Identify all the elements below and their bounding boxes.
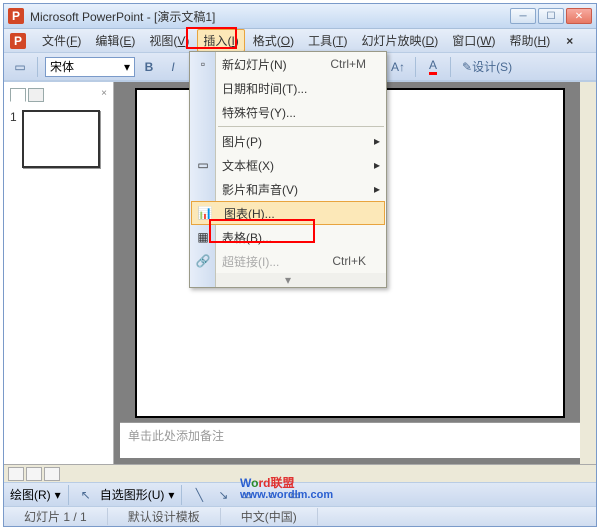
tab-outline[interactable]: [28, 88, 44, 102]
menu-view[interactable]: 视图(V): [143, 29, 195, 52]
pointer-button[interactable]: ↖: [76, 485, 96, 505]
menu-tools[interactable]: 工具(T): [302, 29, 353, 52]
slide-number: 1: [10, 110, 18, 168]
vertical-scrollbar[interactable]: [580, 82, 596, 464]
thumbnail-tabs: ×: [10, 88, 107, 102]
slideshow-view-button[interactable]: [44, 467, 60, 481]
new-slide-icon: ▫: [194, 55, 212, 73]
powerpoint-small-icon: P: [10, 33, 26, 49]
status-template: 默认设计模板: [108, 508, 221, 525]
notes-pane[interactable]: 单击此处添加备注: [120, 422, 580, 458]
menu-window[interactable]: 窗口(W): [446, 29, 501, 52]
menu-picture[interactable]: 图片(P)▸: [190, 129, 386, 153]
separator: [450, 57, 451, 77]
menu-insert[interactable]: 插入(I): [197, 29, 244, 52]
menu-chart[interactable]: 📊图表(H)...: [191, 201, 385, 225]
tab-slides[interactable]: [10, 88, 26, 102]
autoshapes-menu[interactable]: 自选图形(U): [100, 486, 165, 503]
submenu-arrow-icon: ▸: [374, 158, 380, 172]
dropdown-arrow-icon: ▾: [168, 488, 174, 502]
dropdown-arrow-icon: ▾: [55, 488, 61, 502]
bold-button[interactable]: B: [139, 57, 159, 77]
menu-bar: P 文件(F) 编辑(E) 视图(V) 插入(I) 格式(O) 工具(T) 幻灯…: [4, 29, 596, 53]
status-bar: 幻灯片 1 / 1 默认设计模板 中文(中国): [4, 506, 596, 526]
slide-preview: [22, 110, 100, 168]
powerpoint-icon: P: [8, 8, 24, 24]
doc-close-button[interactable]: ×: [566, 34, 573, 48]
textbox-button[interactable]: ▭: [285, 485, 305, 505]
maximize-button[interactable]: ☐: [538, 8, 564, 24]
menu-symbol[interactable]: 特殊符号(Y)...: [190, 100, 386, 124]
link-icon: 🔗: [194, 252, 212, 270]
design-button[interactable]: ✎ 设计(S): [458, 57, 516, 77]
line-button[interactable]: ╲: [189, 485, 209, 505]
window-title: Microsoft PowerPoint - [演示文稿1]: [30, 8, 510, 25]
textbox-icon: ▭: [194, 156, 212, 174]
status-language: 中文(中国): [221, 508, 318, 525]
separator: [181, 485, 182, 505]
menu-movies-sounds[interactable]: 影片和声音(V)▸: [190, 177, 386, 201]
font-color-button[interactable]: A: [423, 57, 443, 77]
menu-separator: [218, 126, 384, 127]
svg-text:P: P: [12, 9, 20, 23]
menu-new-slide[interactable]: ▫新幻灯片(N)Ctrl+M: [190, 52, 386, 76]
title-bar: P Microsoft PowerPoint - [演示文稿1] ─ ☐ ✕: [4, 4, 596, 29]
draw-menu[interactable]: 绘图(R): [10, 486, 51, 503]
menu-file[interactable]: 文件(F): [36, 29, 87, 52]
font-name: 宋体: [50, 58, 74, 75]
minimize-button[interactable]: ─: [510, 8, 536, 24]
font-selector[interactable]: 宋体 ▾: [45, 57, 135, 77]
increase-font-button[interactable]: A↑: [388, 57, 408, 77]
table-icon: ▦: [194, 228, 212, 246]
menu-slideshow[interactable]: 幻灯片放映(D): [356, 29, 445, 52]
oval-button[interactable]: ○: [261, 485, 281, 505]
menu-edit[interactable]: 编辑(E): [89, 29, 141, 52]
menu-table[interactable]: ▦表格(B)...: [190, 225, 386, 249]
status-slide: 幻灯片 1 / 1: [4, 508, 108, 525]
menu-datetime[interactable]: 日期和时间(T)...: [190, 76, 386, 100]
insert-dropdown-menu: ▫新幻灯片(N)Ctrl+M 日期和时间(T)... 特殊符号(Y)... 图片…: [189, 51, 387, 288]
dropdown-arrow-icon: ▾: [124, 60, 130, 74]
normal-view-button[interactable]: [8, 467, 24, 481]
menu-textbox[interactable]: ▭文本框(X)▸: [190, 153, 386, 177]
window-buttons: ─ ☐ ✕: [510, 8, 592, 24]
separator: [415, 57, 416, 77]
pane-close-icon[interactable]: ×: [101, 88, 107, 102]
chart-icon: 📊: [196, 204, 214, 222]
menu-hyperlink[interactable]: 🔗超链接(I)...Ctrl+K: [190, 249, 386, 273]
menu-help[interactable]: 帮助(H): [504, 29, 557, 52]
rectangle-button[interactable]: ▭: [237, 485, 257, 505]
view-switch-bar: [4, 464, 596, 482]
close-button[interactable]: ✕: [566, 8, 592, 24]
slide-thumbnail[interactable]: 1: [10, 110, 107, 168]
separator: [37, 57, 38, 77]
menu-format[interactable]: 格式(O): [247, 29, 300, 52]
outline-toggle-icon[interactable]: ▭: [10, 57, 30, 77]
drawing-toolbar: 绘图(R)▾ ↖ 自选图形(U)▾ ╲ ↘ ▭ ○ ▭: [4, 482, 596, 506]
submenu-arrow-icon: ▸: [374, 134, 380, 148]
sorter-view-button[interactable]: [26, 467, 42, 481]
thumbnail-pane: × 1: [4, 82, 114, 464]
menu-expand-button[interactable]: ▾: [190, 273, 386, 287]
italic-button[interactable]: I: [163, 57, 183, 77]
svg-text:P: P: [14, 34, 22, 48]
arrow-button[interactable]: ↘: [213, 485, 233, 505]
submenu-arrow-icon: ▸: [374, 182, 380, 196]
separator: [68, 485, 69, 505]
